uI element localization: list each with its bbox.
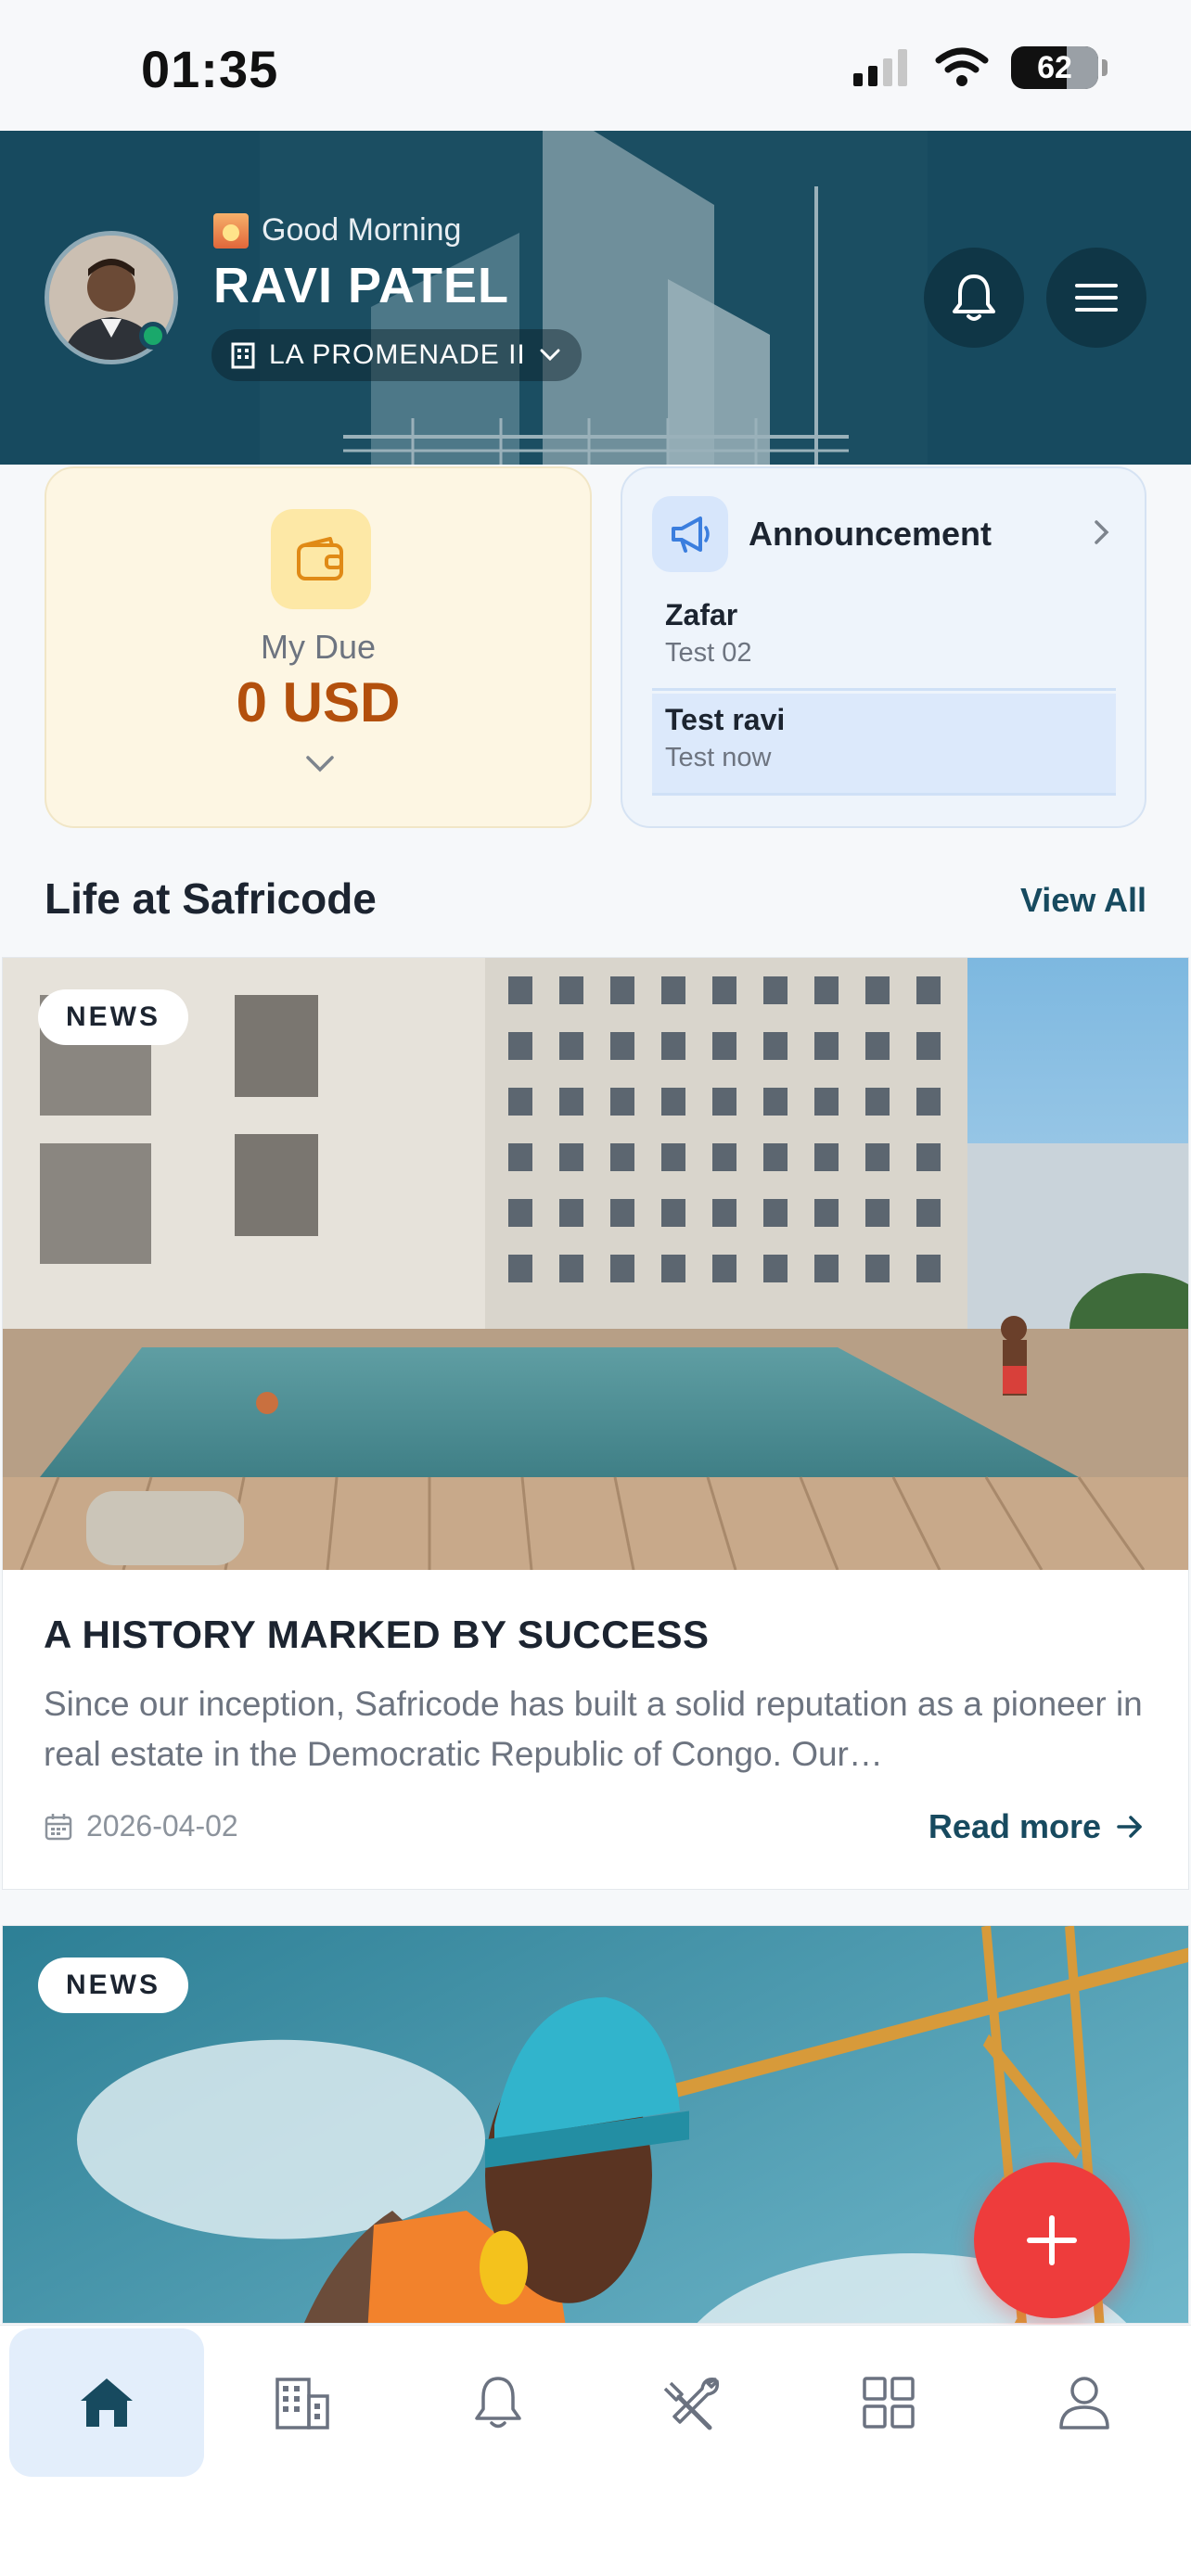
news-meta: 2026-04-02 bbox=[44, 1809, 238, 1843]
read-more-label: Read more bbox=[928, 1807, 1101, 1845]
user-name: RAVI PATEL bbox=[213, 258, 509, 313]
news-image bbox=[3, 958, 1188, 1570]
building-icon bbox=[231, 342, 255, 369]
greeting-text: Good Morning bbox=[262, 212, 462, 248]
news-badge: NEWS bbox=[38, 989, 188, 1045]
announcement-card[interactable]: Announcement Zafar Test 02 Test ravi Tes… bbox=[621, 466, 1146, 828]
chevron-down-icon bbox=[540, 349, 560, 362]
menu-button[interactable] bbox=[1046, 248, 1146, 348]
view-all-link[interactable]: View All bbox=[1020, 881, 1146, 920]
building-icon bbox=[275, 2377, 329, 2429]
grid-icon bbox=[863, 2376, 915, 2429]
calendar-icon bbox=[45, 1813, 72, 1840]
bottom-tab-bar bbox=[0, 2325, 1191, 2479]
tab-home[interactable] bbox=[9, 2327, 205, 2477]
plus-icon bbox=[1027, 2215, 1077, 2265]
news-card[interactable]: NEWS A HISTORY MARKED BY SUCCESS Since o… bbox=[2, 957, 1189, 1890]
wallet-icon bbox=[297, 537, 343, 580]
tools-icon bbox=[664, 2377, 720, 2429]
announcement-item[interactable]: Zafar Test 02 bbox=[652, 589, 1116, 691]
chevron-down-icon[interactable] bbox=[304, 754, 336, 774]
status-bar: 01:35 62 bbox=[0, 0, 1191, 131]
news-badge: NEWS bbox=[38, 1958, 188, 2013]
announcement-item-subtitle: Test now bbox=[665, 743, 772, 772]
signal-icon bbox=[853, 49, 907, 86]
status-icons: 62 bbox=[852, 46, 1108, 89]
wifi-icon bbox=[935, 47, 989, 86]
header: Good Morning RAVI PATEL LA PROMENADE II bbox=[0, 131, 1191, 465]
add-button[interactable] bbox=[974, 2162, 1130, 2318]
user-icon bbox=[1058, 2376, 1109, 2429]
battery-indicator: 62 bbox=[1011, 46, 1108, 89]
announcement-item-title: Test ravi bbox=[665, 703, 786, 736]
announcement-item-title: Zafar bbox=[665, 598, 738, 631]
megaphone-icon bbox=[672, 516, 710, 553]
home-icon bbox=[81, 2378, 134, 2427]
property-name: LA PROMENADE II bbox=[269, 339, 526, 370]
menu-icon bbox=[1075, 284, 1118, 312]
notifications-button[interactable] bbox=[924, 248, 1024, 348]
battery-level: 62 bbox=[1037, 49, 1072, 85]
tab-profile[interactable] bbox=[987, 2328, 1182, 2477]
announcement-item[interactable]: Test ravi Test now bbox=[652, 694, 1116, 796]
online-status-dot bbox=[139, 322, 167, 350]
tab-services[interactable] bbox=[596, 2328, 790, 2477]
news-title: A HISTORY MARKED BY SUCCESS bbox=[44, 1613, 710, 1656]
megaphone-icon-wrap bbox=[652, 496, 728, 572]
section-title: Life at Safricode bbox=[45, 874, 377, 923]
property-selector[interactable]: LA PROMENADE II bbox=[211, 329, 582, 381]
wallet-icon-wrap bbox=[271, 509, 371, 609]
tab-properties[interactable] bbox=[205, 2328, 400, 2477]
news-date: 2026-04-02 bbox=[86, 1809, 238, 1843]
status-time: 01:35 bbox=[141, 40, 279, 98]
bell-icon bbox=[474, 2376, 521, 2428]
arrow-right-icon bbox=[1117, 1816, 1142, 1838]
home-indicator-area bbox=[0, 2479, 1191, 2576]
sunrise-icon bbox=[213, 212, 249, 249]
tab-notifications[interactable] bbox=[401, 2328, 596, 2477]
news-excerpt: Since our inception, Safricode has built… bbox=[44, 1685, 1143, 1773]
due-amount: 0 USD bbox=[236, 671, 401, 733]
announcement-item-subtitle: Test 02 bbox=[665, 638, 752, 668]
read-more-link[interactable]: Read more bbox=[928, 1807, 1144, 1846]
tab-apps[interactable] bbox=[791, 2328, 986, 2477]
chevron-right-icon[interactable] bbox=[1093, 518, 1111, 546]
bell-icon bbox=[953, 274, 995, 321]
announcement-title: Announcement bbox=[749, 515, 992, 553]
due-label: My Due bbox=[260, 628, 377, 666]
my-due-card[interactable]: My Due 0 USD bbox=[45, 466, 592, 828]
greeting: Good Morning bbox=[213, 212, 461, 249]
